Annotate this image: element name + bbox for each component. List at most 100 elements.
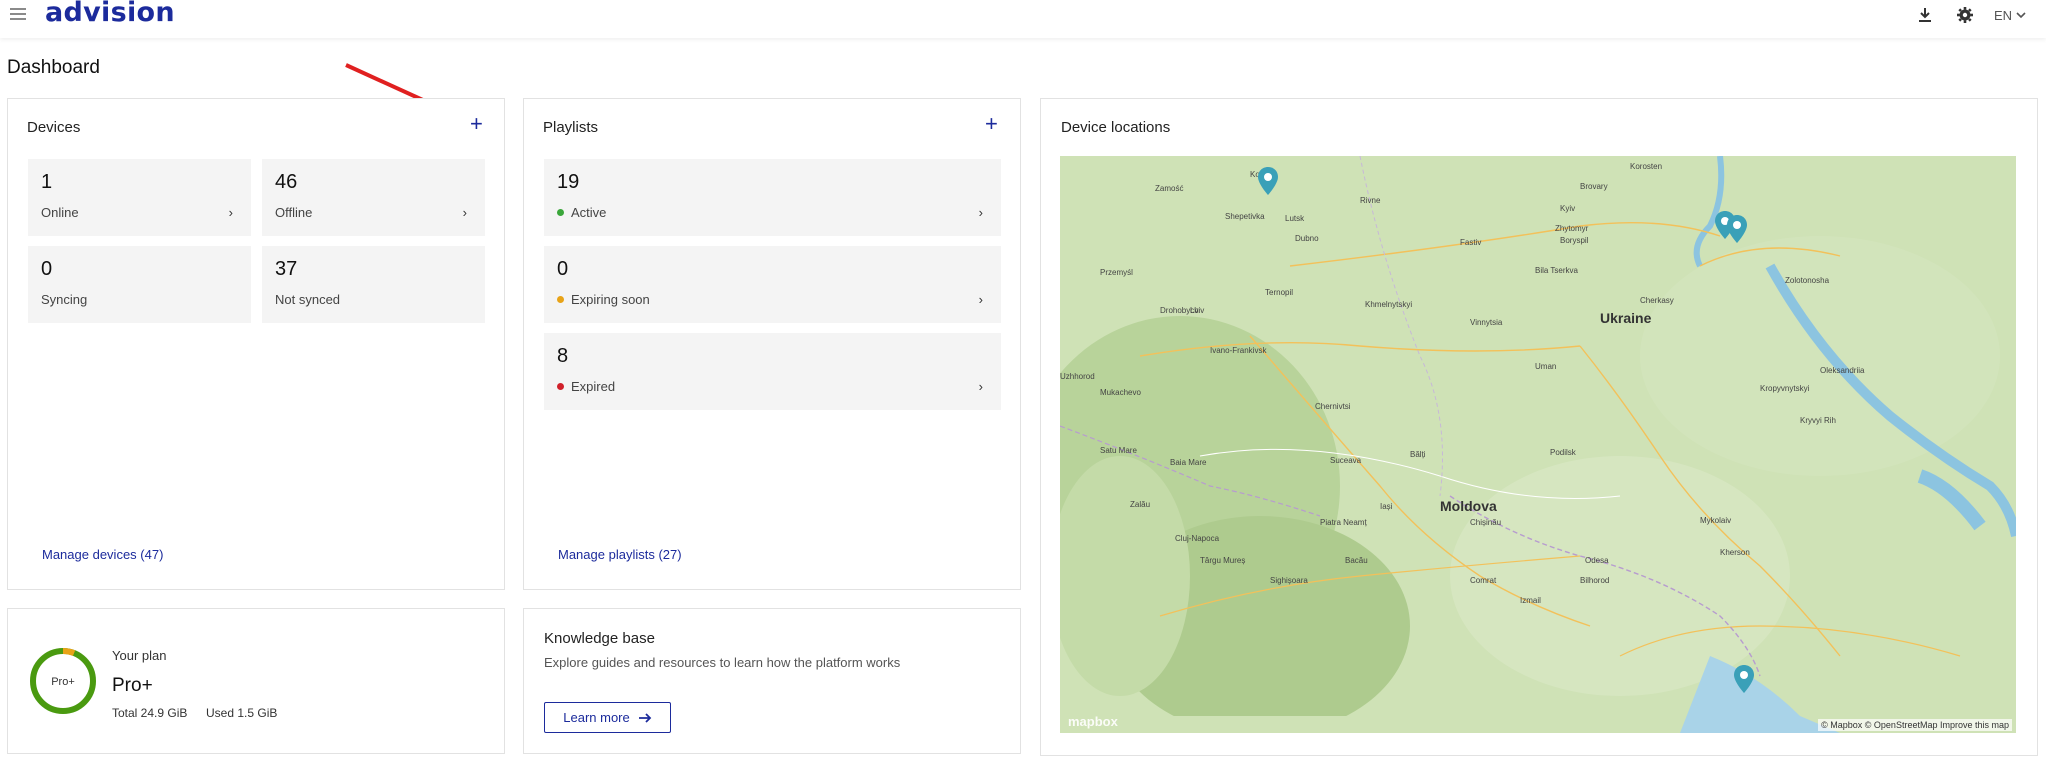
tile-label: Offline [275,205,313,220]
map-label: Piatra Neamț [1320,518,1367,527]
map-label: Zalău [1130,500,1151,509]
map-marker-icon[interactable] [1726,214,1748,244]
learn-more-label: Learn more [563,710,630,725]
map-label: Podilsk [1550,448,1576,457]
tile-count: 8 [557,345,569,367]
map-marker-icon[interactable] [1733,664,1755,694]
map-label: Kryvyi Rih [1800,416,1837,425]
map-label: Comrat [1470,576,1497,585]
app-logo[interactable]: advision [45,0,175,28]
map-label: Moldova [1440,498,1497,514]
chevron-down-icon [2016,12,2026,19]
tile-count: 19 [557,171,580,193]
map-label: Kherson [1720,548,1750,557]
storage-ring-label: Pro+ [51,676,75,688]
devices-offline-tile[interactable]: 46 Offline › [262,159,485,236]
add-playlist-button[interactable]: + [985,113,998,135]
tile-count: 37 [275,258,298,280]
map-label: Târgu Mureș [1200,556,1246,565]
language-selector[interactable]: EN [1994,8,2026,23]
map-label: Sighișoara [1270,576,1308,585]
map-label: Rivne [1360,196,1381,205]
tile-count: 0 [557,258,569,280]
chevron-right-icon: › [462,205,467,220]
status-dot [557,209,564,216]
map-label: Mukachevo [1100,388,1141,397]
map-label: Baia Mare [1170,458,1207,467]
map-label: Bacău [1345,556,1368,565]
map-label: Zolotonosha [1785,276,1830,285]
map-label: Zhytomyr [1555,224,1589,233]
map-label: Satu Mare [1100,446,1137,455]
playlists-card: Playlists + 19 Active › 0 Expiring soon … [523,98,1021,590]
playlists-active-tile[interactable]: 19 Active › [544,159,1001,236]
map-label: Bilhorod [1580,576,1610,585]
map-attribution[interactable]: © Mapbox © OpenStreetMap Improve this ma… [1818,719,2012,731]
tile-count: 46 [275,171,298,193]
map-label: Fastiv [1460,238,1482,247]
tile-label: Not synced [275,292,341,307]
map-label: Zamość [1155,184,1184,193]
top-bar: advision EN [0,0,2046,38]
menu-icon[interactable] [10,8,26,22]
device-locations-title: Device locations [1061,119,1171,136]
playlists-expired-tile[interactable]: 8 Expired › [544,333,1001,410]
map-label: Shepetivka [1225,212,1265,221]
map-label: Boryspil [1560,236,1589,245]
map-label: Ukraine [1600,310,1652,326]
map-label: Bălți [1410,450,1426,459]
map-terrain [1060,156,2016,733]
map-label: Chernivtsi [1315,402,1351,411]
map-label: Mykolaiv [1700,516,1732,525]
map-label: Kyiv [1560,204,1576,213]
map-label: Korosten [1630,162,1663,171]
chevron-right-icon: › [978,379,983,394]
map-label: Ivano-Frankivsk [1210,346,1267,355]
map-label: Cherkasy [1640,296,1674,305]
learn-more-button[interactable]: Learn more [544,702,671,733]
mapbox-logo[interactable]: mapbox [1068,714,1118,729]
download-icon[interactable] [1914,4,1936,26]
gear-icon[interactable] [1954,4,1976,26]
chevron-right-icon: › [978,205,983,220]
tile-label: Active [557,205,606,220]
map-label: Odesa [1585,556,1609,565]
plan-heading: Your plan [112,648,167,663]
page-title: Dashboard [7,57,100,78]
map-label: Suceava [1330,456,1362,465]
playlists-title: Playlists [543,119,599,136]
map-label: Khmelnytskyi [1365,300,1413,309]
top-actions: EN [1914,4,2026,26]
plan-name: Pro+ [112,675,153,696]
tile-label: Expired [557,379,615,394]
devices-card: Devices + 1 Online › 46 Offline › 0 Sync… [7,98,505,590]
map-label: Vinnytsia [1470,318,1503,327]
add-device-button[interactable]: + [470,113,483,135]
map-label: Drohobych [1160,306,1199,315]
manage-devices-link[interactable]: Manage devices (47) [42,547,163,562]
storage-total: Total 24.9 GiB [112,706,188,720]
map-label: Bila Tserkva [1535,266,1578,275]
status-dot [557,296,564,303]
devices-not-synced-tile: 37 Not synced [262,246,485,323]
map-label: Oleksandriia [1820,366,1865,375]
tile-label: Syncing [41,292,88,307]
playlists-expiring-tile[interactable]: 0 Expiring soon › [544,246,1001,323]
chevron-right-icon: › [978,292,983,307]
devices-title: Devices [27,119,81,136]
device-map[interactable]: Ukraine Moldova Kovel Zamość Lutsk Rivne… [1060,156,2016,733]
chevron-right-icon: › [228,205,233,220]
language-label: EN [1993,7,2012,23]
tile-label: Expiring soon [557,292,650,307]
manage-playlists-link[interactable]: Manage playlists (27) [558,547,682,562]
map-label: Dubno [1295,234,1319,243]
map-label: Iași [1380,502,1393,511]
map-label: Przemyśl [1100,268,1133,277]
storage-ring: Pro+ [30,648,96,714]
tile-count: 1 [41,171,53,193]
devices-online-tile[interactable]: 1 Online › [28,159,251,236]
tile-count: 0 [41,258,53,280]
map-marker-icon[interactable] [1257,166,1279,196]
arrow-right-icon [638,712,652,723]
map-label: Lutsk [1285,214,1305,223]
